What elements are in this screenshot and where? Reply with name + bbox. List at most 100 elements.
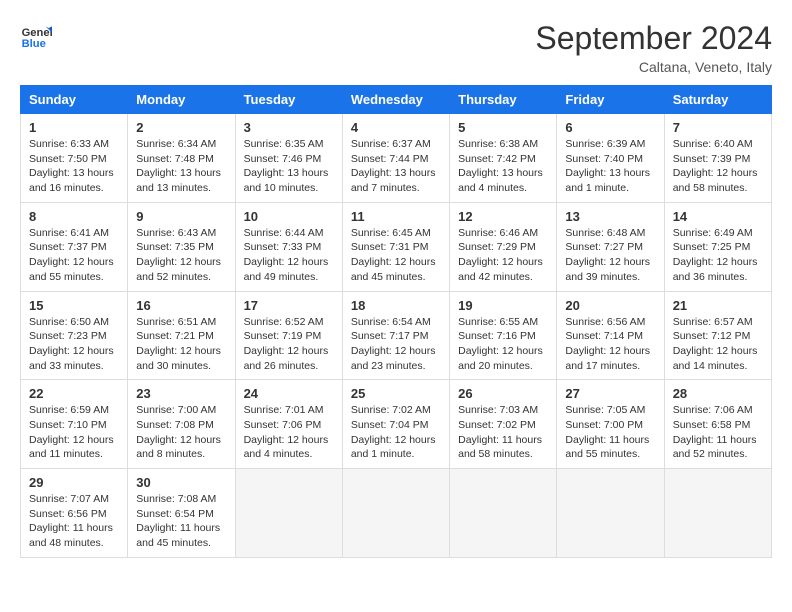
calendar-cell: 21Sunrise: 6:57 AM Sunset: 7:12 PM Dayli… <box>664 291 771 380</box>
weekday-header: Tuesday <box>235 86 342 114</box>
svg-text:Blue: Blue <box>22 38 46 50</box>
calendar-cell: 27Sunrise: 7:05 AM Sunset: 7:00 PM Dayli… <box>557 380 664 469</box>
day-info: Sunrise: 6:52 AM Sunset: 7:19 PM Dayligh… <box>244 315 334 374</box>
calendar-cell: 10 Sunrise: 6:44 AM Sunset: 7:33 PM Dayli… <box>235 202 342 291</box>
month-title: September 2024 <box>535 20 772 57</box>
calendar-cell <box>450 469 557 558</box>
day-number: 15 <box>29 298 119 313</box>
day-info: Sunrise: 6:39 AM Sunset: 7:40 PM Dayligh… <box>565 137 655 196</box>
day-number: 28 <box>673 386 763 401</box>
weekday-header-row: SundayMondayTuesdayWednesdayThursdayFrid… <box>21 86 772 114</box>
day-info: Sunrise: 7:02 AM Sunset: 7:04 PM Dayligh… <box>351 403 441 462</box>
calendar-table: SundayMondayTuesdayWednesdayThursdayFrid… <box>20 85 772 558</box>
day-info: Sunrise: 7:01 AM Sunset: 7:06 PM Dayligh… <box>244 403 334 462</box>
day-number: 5 <box>458 120 548 135</box>
calendar-cell: 25 Sunrise: 7:02 AM Sunset: 7:04 PM Dayli… <box>342 380 449 469</box>
calendar-cell: 19 Sunrise: 6:55 AM Sunset: 7:16 PM Dayli… <box>450 291 557 380</box>
calendar-cell: 3 Sunrise: 6:35 AM Sunset: 7:46 PM Daylig… <box>235 114 342 203</box>
calendar-cell <box>342 469 449 558</box>
day-info: Sunrise: 6:37 AM Sunset: 7:44 PM Dayligh… <box>351 137 441 196</box>
calendar-cell: 5 Sunrise: 6:38 AM Sunset: 7:42 PM Daylig… <box>450 114 557 203</box>
calendar-cell: 26 Sunrise: 7:03 AM Sunset: 7:02 PM Dayli… <box>450 380 557 469</box>
day-info: Sunrise: 7:07 AM Sunset: 6:56 PM Dayligh… <box>29 492 119 551</box>
day-info: Sunrise: 7:08 AM Sunset: 6:54 PM Dayligh… <box>136 492 226 551</box>
calendar-cell: 4 Sunrise: 6:37 AM Sunset: 7:44 PM Daylig… <box>342 114 449 203</box>
day-info: Sunrise: 6:55 AM Sunset: 7:16 PM Dayligh… <box>458 315 548 374</box>
day-number: 22 <box>29 386 119 401</box>
calendar-cell <box>557 469 664 558</box>
day-info: Sunrise: 7:03 AM Sunset: 7:02 PM Dayligh… <box>458 403 548 462</box>
calendar-cell: 8 Sunrise: 6:41 AM Sunset: 7:37 PM Daylig… <box>21 202 128 291</box>
day-number: 9 <box>136 209 226 224</box>
day-info: Sunrise: 6:44 AM Sunset: 7:33 PM Dayligh… <box>244 226 334 285</box>
day-number: 14 <box>673 209 763 224</box>
calendar-cell: 18Sunrise: 6:54 AM Sunset: 7:17 PM Dayli… <box>342 291 449 380</box>
weekday-header: Saturday <box>664 86 771 114</box>
day-number: 17 <box>244 298 334 313</box>
day-info: Sunrise: 6:41 AM Sunset: 7:37 PM Dayligh… <box>29 226 119 285</box>
day-number: 24 <box>244 386 334 401</box>
calendar-cell: 2Sunrise: 6:34 AM Sunset: 7:48 PM Daylig… <box>128 114 235 203</box>
day-number: 7 <box>673 120 763 135</box>
calendar-cell: 13Sunrise: 6:48 AM Sunset: 7:27 PM Dayli… <box>557 202 664 291</box>
weekday-header: Sunday <box>21 86 128 114</box>
day-number: 20 <box>565 298 655 313</box>
day-number: 4 <box>351 120 441 135</box>
day-number: 12 <box>458 209 548 224</box>
calendar-cell: 30 Sunrise: 7:08 AM Sunset: 6:54 PM Dayli… <box>128 469 235 558</box>
week-row: 1Sunrise: 6:33 AM Sunset: 7:50 PM Daylig… <box>21 114 772 203</box>
week-row: 22 Sunrise: 6:59 AM Sunset: 7:10 PM Dayli… <box>21 380 772 469</box>
svg-text:General: General <box>22 27 52 39</box>
day-info: Sunrise: 6:50 AM Sunset: 7:23 PM Dayligh… <box>29 315 119 374</box>
day-info: Sunrise: 6:54 AM Sunset: 7:17 PM Dayligh… <box>351 315 441 374</box>
calendar-cell: 7 Sunrise: 6:40 AM Sunset: 7:39 PM Daylig… <box>664 114 771 203</box>
day-number: 30 <box>136 475 226 490</box>
day-info: Sunrise: 6:51 AM Sunset: 7:21 PM Dayligh… <box>136 315 226 374</box>
day-number: 10 <box>244 209 334 224</box>
calendar-cell: 15 Sunrise: 6:50 AM Sunset: 7:23 PM Dayli… <box>21 291 128 380</box>
week-row: 29 Sunrise: 7:07 AM Sunset: 6:56 PM Dayli… <box>21 469 772 558</box>
calendar-cell: 20Sunrise: 6:56 AM Sunset: 7:14 PM Dayli… <box>557 291 664 380</box>
calendar-cell: 23 Sunrise: 7:00 AM Sunset: 7:08 PM Dayli… <box>128 380 235 469</box>
logo-icon: General Blue <box>20 20 52 52</box>
day-info: Sunrise: 6:35 AM Sunset: 7:46 PM Dayligh… <box>244 137 334 196</box>
calendar-cell: 6Sunrise: 6:39 AM Sunset: 7:40 PM Daylig… <box>557 114 664 203</box>
day-info: Sunrise: 6:33 AM Sunset: 7:50 PM Dayligh… <box>29 137 119 196</box>
day-number: 3 <box>244 120 334 135</box>
calendar-cell: 9 Sunrise: 6:43 AM Sunset: 7:35 PM Daylig… <box>128 202 235 291</box>
day-info: Sunrise: 7:00 AM Sunset: 7:08 PM Dayligh… <box>136 403 226 462</box>
week-row: 8 Sunrise: 6:41 AM Sunset: 7:37 PM Daylig… <box>21 202 772 291</box>
day-number: 23 <box>136 386 226 401</box>
day-info: Sunrise: 6:45 AM Sunset: 7:31 PM Dayligh… <box>351 226 441 285</box>
day-info: Sunrise: 6:40 AM Sunset: 7:39 PM Dayligh… <box>673 137 763 196</box>
calendar-cell <box>664 469 771 558</box>
day-number: 11 <box>351 209 441 224</box>
calendar-cell: 28 Sunrise: 7:06 AM Sunset: 6:58 PM Dayli… <box>664 380 771 469</box>
day-number: 29 <box>29 475 119 490</box>
day-info: Sunrise: 6:49 AM Sunset: 7:25 PM Dayligh… <box>673 226 763 285</box>
calendar-cell: 29 Sunrise: 7:07 AM Sunset: 6:56 PM Dayli… <box>21 469 128 558</box>
calendar-cell: 12 Sunrise: 6:46 AM Sunset: 7:29 PM Dayli… <box>450 202 557 291</box>
weekday-header: Wednesday <box>342 86 449 114</box>
calendar-cell: 1Sunrise: 6:33 AM Sunset: 7:50 PM Daylig… <box>21 114 128 203</box>
calendar-cell: 24 Sunrise: 7:01 AM Sunset: 7:06 PM Dayli… <box>235 380 342 469</box>
day-number: 26 <box>458 386 548 401</box>
calendar-cell: 14 Sunrise: 6:49 AM Sunset: 7:25 PM Dayli… <box>664 202 771 291</box>
day-info: Sunrise: 6:38 AM Sunset: 7:42 PM Dayligh… <box>458 137 548 196</box>
day-info: Sunrise: 6:46 AM Sunset: 7:29 PM Dayligh… <box>458 226 548 285</box>
day-number: 21 <box>673 298 763 313</box>
day-number: 16 <box>136 298 226 313</box>
day-number: 8 <box>29 209 119 224</box>
day-info: Sunrise: 6:59 AM Sunset: 7:10 PM Dayligh… <box>29 403 119 462</box>
day-number: 25 <box>351 386 441 401</box>
weekday-header: Thursday <box>450 86 557 114</box>
day-info: Sunrise: 7:06 AM Sunset: 6:58 PM Dayligh… <box>673 403 763 462</box>
calendar-cell <box>235 469 342 558</box>
logo: General Blue <box>20 20 52 52</box>
weekday-header: Friday <box>557 86 664 114</box>
day-info: Sunrise: 7:05 AM Sunset: 7:00 PM Dayligh… <box>565 403 655 462</box>
day-info: Sunrise: 6:43 AM Sunset: 7:35 PM Dayligh… <box>136 226 226 285</box>
week-row: 15 Sunrise: 6:50 AM Sunset: 7:23 PM Dayli… <box>21 291 772 380</box>
day-number: 19 <box>458 298 548 313</box>
day-number: 2 <box>136 120 226 135</box>
